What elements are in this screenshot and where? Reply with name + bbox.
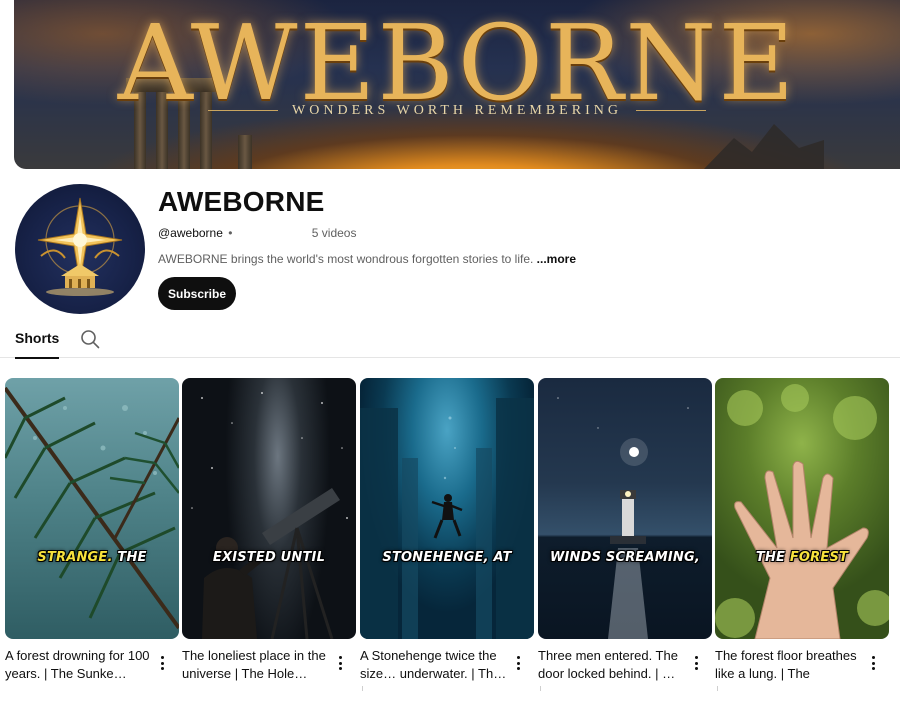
short-title[interactable]: The forest floor breathes like a lung. |…: [715, 647, 863, 683]
short-title[interactable]: A forest drowning for 100 years. | The S…: [5, 647, 153, 683]
description-text: AWEBORNE brings the world's most wondrou…: [158, 252, 534, 266]
channel-banner: AWEBORNE WONDERS WORTH REMEMBERING: [14, 0, 900, 169]
divider: [540, 686, 541, 691]
short-title[interactable]: The loneliest place in the universe | Th…: [182, 647, 330, 683]
channel-name: AWEBORNE: [158, 186, 325, 217]
short-caption: THE FOREST: [755, 550, 849, 565]
short-thumbnail[interactable]: THE FOREST: [715, 378, 889, 639]
short-thumbnail[interactable]: STRANGE. THE: [5, 378, 179, 639]
hand-on-moss-image: [715, 384, 889, 639]
tab-shorts[interactable]: Shorts: [15, 330, 60, 359]
short-caption: STONEHENGE, AT: [382, 550, 512, 565]
more-options-icon[interactable]: [511, 654, 525, 672]
short-title[interactable]: A Stonehenge twice the size… underwater.…: [360, 647, 508, 683]
more-options-icon[interactable]: [333, 654, 347, 672]
divider: [362, 686, 363, 691]
broken-column: [238, 135, 252, 169]
short-title[interactable]: Three men entered. The door locked behin…: [538, 647, 686, 683]
short-thumbnail[interactable]: EXISTED UNTIL: [182, 378, 356, 639]
more-options-icon[interactable]: [689, 654, 703, 672]
channel-tabs: Shorts: [0, 318, 900, 359]
channel-avatar[interactable]: [15, 184, 145, 314]
subscribe-button[interactable]: Subscribe: [158, 277, 236, 310]
underwater-ruins-image: [360, 398, 534, 639]
telescope-image: [191, 392, 348, 639]
meta-separator: •: [228, 226, 233, 240]
short-thumbnail[interactable]: STONEHENGE, AT: [360, 378, 534, 639]
mountain-silhouette: [704, 124, 824, 169]
channel-description[interactable]: AWEBORNE brings the world's most wondrou…: [158, 252, 576, 266]
divider: [717, 686, 718, 691]
more-options-icon[interactable]: [155, 654, 169, 672]
short-caption: STRANGE. THE: [37, 550, 147, 565]
short-thumbnail[interactable]: WINDS SCREAMING,: [538, 378, 712, 639]
video-count: 5 videos: [311, 226, 357, 240]
more-link[interactable]: ...more: [537, 252, 576, 266]
lighthouse-image: [557, 397, 689, 639]
channel-handle[interactable]: @aweborne: [158, 226, 223, 240]
pine-branch-image: [5, 386, 179, 630]
short-caption: EXISTED UNTIL: [212, 550, 326, 565]
compass-star-logo: [37, 197, 123, 296]
channel-meta: @aweborne • 5 videos: [158, 226, 356, 240]
search-icon[interactable]: [80, 329, 100, 349]
more-options-icon[interactable]: [866, 654, 880, 672]
short-caption: WINDS SCREAMING,: [549, 550, 701, 565]
banner-tagline: WONDERS WORTH REMEMBERING: [14, 103, 900, 119]
